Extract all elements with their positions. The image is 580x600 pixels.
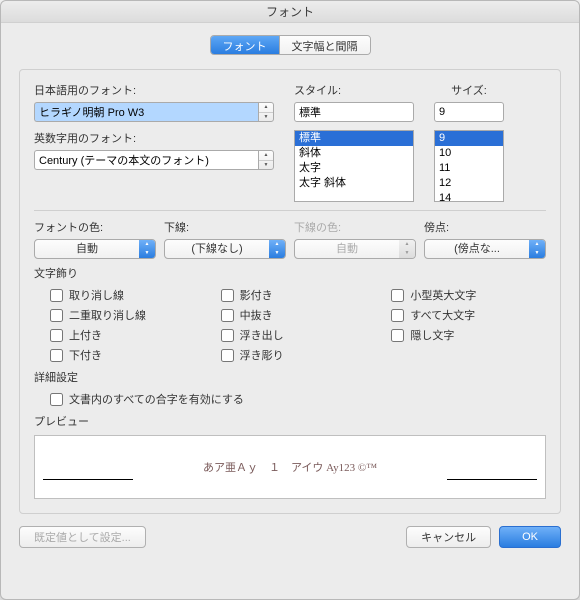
check-shadow[interactable]: 影付き [221,287,376,303]
list-item[interactable]: 斜体 [295,146,413,161]
font-color-dropdown[interactable]: 自動 ▲▼ [34,239,156,259]
en-font-input[interactable] [34,150,258,170]
preview-box: あア亜Ａｙ １ アイウ Ay123 ©™ [34,435,546,499]
list-item[interactable]: 12 [435,176,503,191]
label-effects: 文字飾り [34,265,546,281]
list-item[interactable]: 10 [435,146,503,161]
tabbar: フォント 文字幅と間隔 [19,35,561,55]
panel: 日本語用のフォント: ▲▼ スタイル: サイズ: [19,69,561,514]
label-emphasis: 傍点: [424,222,449,234]
list-item[interactable]: 太字 [295,161,413,176]
check-superscript[interactable]: 上付き [50,327,205,343]
chevron-down-icon: ▼ [399,249,415,258]
chevron-down-icon: ▼ [139,249,155,258]
font-dialog-window: フォント フォント 文字幅と間隔 日本語用のフォント: ▲▼ スタイル: [0,0,580,600]
label-advanced: 詳細設定 [34,369,546,385]
label-jp-font: 日本語用のフォント: [34,82,274,98]
chevron-up-icon: ▲ [259,103,273,112]
cancel-button[interactable]: キャンセル [406,526,491,548]
label-underline: 下線: [164,222,189,234]
chevron-up-icon: ▲ [529,240,545,249]
check-hidden[interactable]: 隠し文字 [391,327,546,343]
check-ligatures[interactable]: 文書内のすべての合字を有効にする [50,391,546,407]
emphasis-dropdown[interactable]: (傍点な... ▲▼ [424,239,546,259]
footer: 既定値として設定... キャンセル OK [1,514,579,564]
jp-font-input[interactable] [34,102,258,122]
titlebar: フォント [1,1,579,23]
underline-color-dropdown: 自動 ▲▼ [294,239,416,259]
chevron-down-icon: ▼ [259,112,273,122]
preview-underline-left [43,479,133,480]
tab-font[interactable]: フォント [211,36,279,54]
list-item[interactable]: 11 [435,161,503,176]
style-listbox[interactable]: 標準 斜体 太字 太字 斜体 [294,130,414,202]
chevron-up-icon: ▲ [139,240,155,249]
style-input[interactable] [294,102,414,122]
jp-font-stepper[interactable]: ▲▼ [258,102,274,122]
size-input[interactable] [434,102,504,122]
tab-spacing[interactable]: 文字幅と間隔 [279,36,370,54]
effects-group: 取り消し線 二重取り消し線 上付き 下付き 影付き 中抜き 浮き出し 浮き彫り … [34,287,546,363]
label-preview: プレビュー [34,413,546,429]
label-en-font: 英数字用のフォント: [34,130,274,146]
list-item[interactable]: 標準 [295,131,413,146]
ok-button[interactable]: OK [499,526,561,548]
check-emboss[interactable]: 浮き出し [221,327,376,343]
check-engrave[interactable]: 浮き彫り [221,347,376,363]
label-underline-color: 下線の色: [294,222,341,234]
window-title: フォント [266,5,314,19]
preview-text: あア亜Ａｙ １ アイウ Ay123 ©™ [203,459,377,475]
check-smallcaps[interactable]: 小型英大文字 [391,287,546,303]
label-size: サイズ: [434,82,504,98]
check-outline[interactable]: 中抜き [221,307,376,323]
jp-font-combo[interactable]: ▲▼ [34,102,274,122]
check-strikethrough[interactable]: 取り消し線 [50,287,205,303]
check-double-strike[interactable]: 二重取り消し線 [50,307,205,323]
default-button[interactable]: 既定値として設定... [19,526,146,548]
list-item[interactable]: 9 [435,131,503,146]
size-listbox[interactable]: 9 10 11 12 14 [434,130,504,202]
preview-underline-right [447,479,537,480]
en-font-stepper[interactable]: ▲▼ [258,150,274,170]
check-subscript[interactable]: 下付き [50,347,205,363]
list-item[interactable]: 太字 斜体 [295,176,413,191]
chevron-down-icon: ▼ [259,160,273,170]
list-item[interactable]: 14 [435,191,503,202]
chevron-up-icon: ▲ [399,240,415,249]
underline-dropdown[interactable]: (下線なし) ▲▼ [164,239,286,259]
label-style: スタイル: [294,82,414,98]
en-font-combo[interactable]: ▲▼ [34,150,274,170]
chevron-down-icon: ▼ [269,249,285,258]
label-font-color: フォントの色: [34,222,103,234]
chevron-down-icon: ▼ [529,249,545,258]
chevron-up-icon: ▲ [259,151,273,160]
check-allcaps[interactable]: すべて大文字 [391,307,546,323]
chevron-up-icon: ▲ [269,240,285,249]
